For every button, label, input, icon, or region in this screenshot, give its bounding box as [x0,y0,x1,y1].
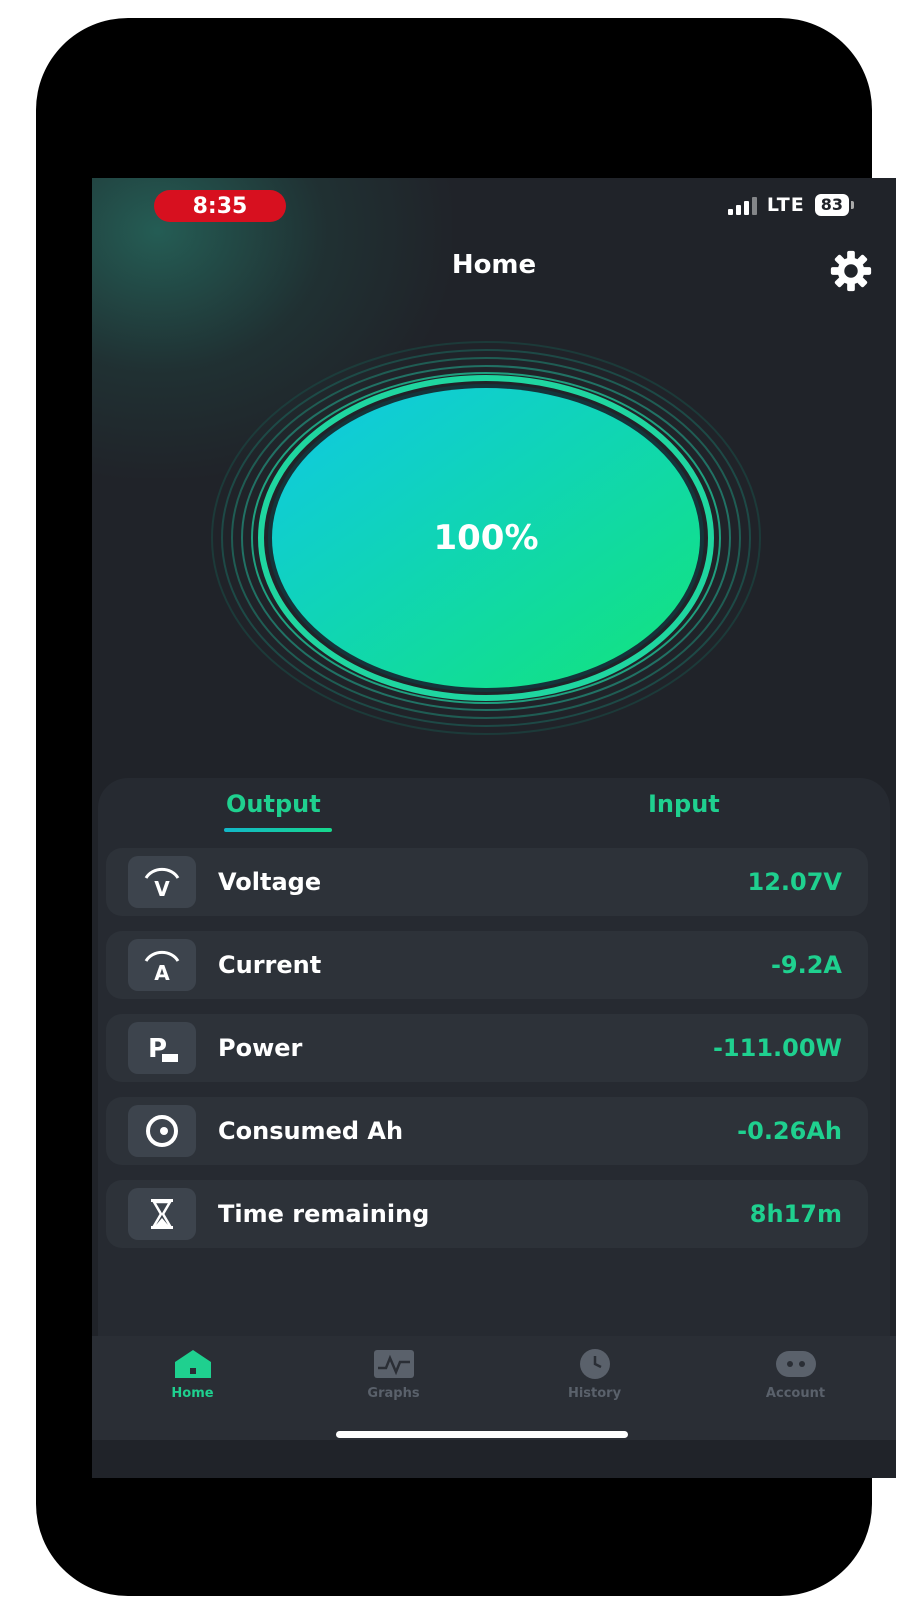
metric-label: Voltage [218,868,322,896]
battery-gauge: 100% [206,338,766,738]
metric-value: -9.2A [770,951,842,979]
nav-label: History [567,1386,622,1401]
battery-level: 83 [814,194,849,216]
nav-account[interactable]: Account [695,1336,896,1440]
home-icon [171,1348,215,1380]
status-time-text: 8:35 [192,193,248,219]
nav-graphs[interactable]: Graphs [293,1336,494,1440]
nav-label: Home [171,1386,214,1401]
nav-home[interactable]: Home [92,1336,293,1440]
metric-power[interactable]: P Power -111.00W [106,1014,868,1082]
metric-label: Power [218,1034,303,1062]
metric-label: Current [218,951,322,979]
battery-percentage: 100% [433,518,539,558]
nav-label: Account [765,1386,826,1401]
status-indicators: LTE 83 [727,194,854,216]
graphs-icon [372,1348,416,1380]
power-icon: P [128,1022,196,1074]
tab-output[interactable]: Output [226,790,321,818]
tab-input[interactable]: Input [648,790,720,818]
metric-label: Consumed Ah [218,1117,404,1145]
settings-gear-icon[interactable] [828,248,874,294]
metric-time-remaining[interactable]: Time remaining 8h17m [106,1180,868,1248]
signal-icon [727,195,757,215]
metric-current[interactable]: A Current -9.2A [106,931,868,999]
hourglass-icon [128,1188,196,1240]
metric-label: Time remaining [218,1200,430,1228]
active-tab-indicator [224,828,332,832]
svg-text:A: A [154,961,170,983]
battery-tip [851,201,854,209]
bottom-nav: Home Graphs History Account [92,1336,896,1440]
phone-frame: 8:35 LTE 83 Home 100% Output Input V Vol… [36,18,896,1596]
metric-value: -0.26Ah [737,1117,842,1145]
consumed-ah-icon [128,1105,196,1157]
nav-label: Graphs [367,1386,420,1401]
home-indicator[interactable] [336,1431,628,1438]
metric-value: 12.07V [747,868,843,896]
app-screen: 8:35 LTE 83 Home 100% Output Input V Vol… [92,178,896,1478]
voltage-icon: V [128,856,196,908]
metric-consumed-ah[interactable]: Consumed Ah -0.26Ah [106,1097,868,1165]
history-icon [573,1348,617,1380]
page-title: Home [451,250,537,280]
account-icon [774,1348,818,1380]
metric-voltage[interactable]: V Voltage 12.07V [106,848,868,916]
metrics-list: V Voltage 12.07V A Current -9.2A P Power… [106,848,868,1263]
network-type: LTE [766,194,805,216]
battery-icon: 83 [814,194,854,216]
metric-value: -111.00W [712,1034,842,1062]
svg-text:V: V [154,877,170,900]
metric-value: 8h17m [749,1200,842,1228]
nav-history[interactable]: History [494,1336,695,1440]
status-time: 8:35 [154,190,286,222]
current-icon: A [128,939,196,991]
